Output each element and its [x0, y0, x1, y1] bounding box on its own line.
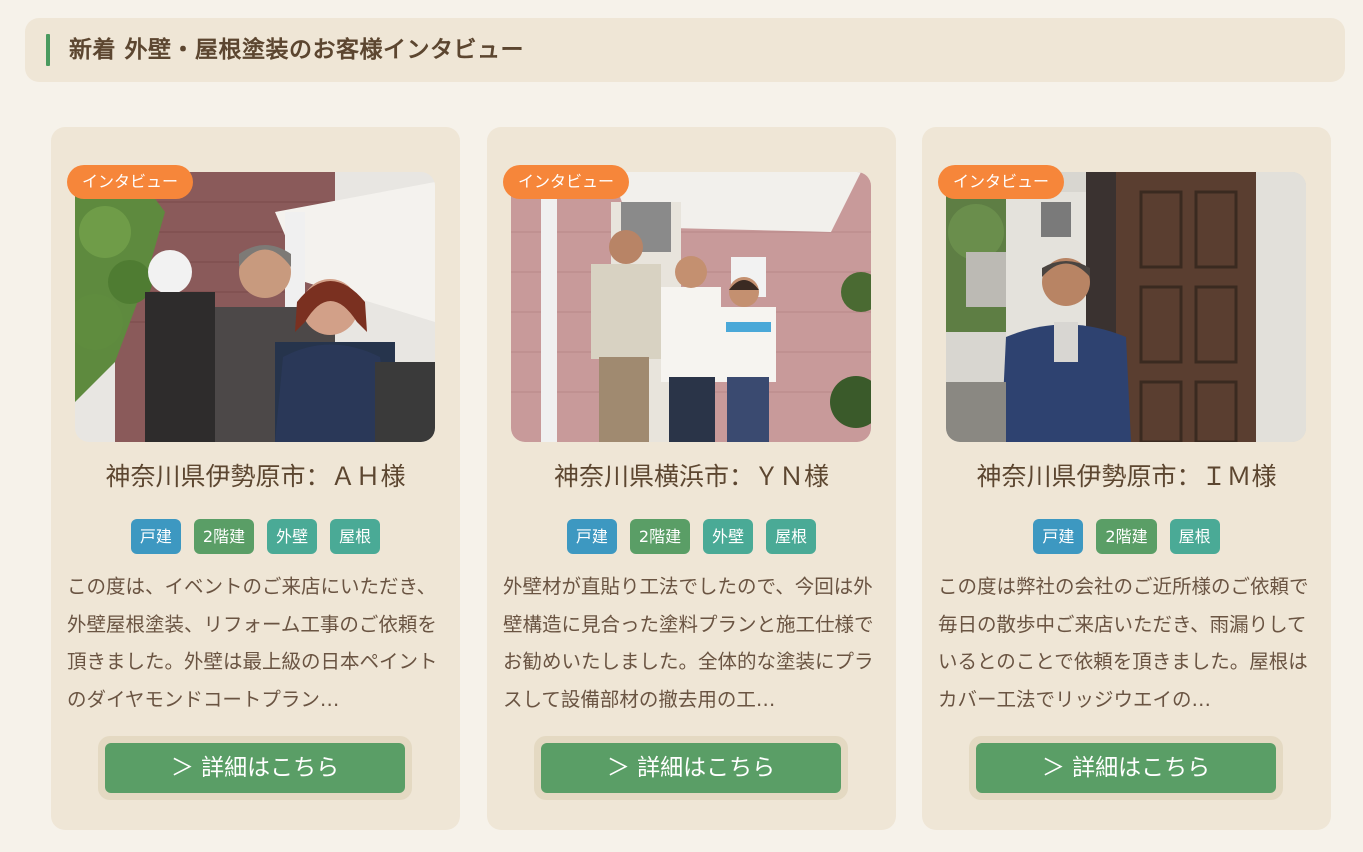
details-button[interactable]: ＞ 詳細はこちら — [541, 743, 841, 793]
tag-detached-house: 戸建 — [1033, 519, 1084, 554]
section-title: 新着 外壁・屋根塗装のお客様インタビュー — [69, 37, 525, 63]
section-header: 新着 外壁・屋根塗装のお客様インタビュー — [25, 18, 1345, 82]
customer-name[interactable]: 神奈川県伊勢原市：ＡＨ様 — [51, 460, 460, 494]
interview-badge: インタビュー — [503, 165, 630, 199]
interview-badge: インタビュー — [938, 165, 1065, 199]
tag-two-story: 2階建 — [629, 519, 691, 554]
tag-detached-house: 戸建 — [566, 519, 617, 554]
tag-list: 戸建 2階建 外壁 屋根 — [487, 519, 896, 554]
customer-photo[interactable] — [511, 172, 871, 442]
details-button-frame: ＞ 詳細はこちら — [98, 736, 412, 800]
details-button[interactable]: ＞ 詳細はこちら — [105, 743, 405, 793]
tag-roof: 屋根 — [330, 519, 381, 554]
customer-photo[interactable] — [75, 172, 435, 442]
tag-roof: 屋根 — [766, 519, 817, 554]
interview-card[interactable]: インタビュー 神奈川県横浜市：ＹＮ様 戸建 2階建 外壁 屋根 外壁材が直貼り工… — [487, 127, 896, 830]
tag-roof: 屋根 — [1169, 519, 1220, 554]
details-button-frame: ＞ 詳細はこちら — [969, 736, 1283, 800]
customer-name[interactable]: 神奈川県伊勢原市：ＩＭ様 — [922, 460, 1331, 494]
interview-description: この度は弊社の会社のご近所様のご依頼で毎日の散歩中ご来店いただき、雨漏りしている… — [938, 575, 1309, 711]
details-button-frame: ＞ 詳細はこちら — [534, 736, 848, 800]
customer-name[interactable]: 神奈川県横浜市：ＹＮ様 — [487, 460, 896, 494]
tag-list: 戸建 2階建 屋根 — [922, 519, 1331, 554]
header-accent-bar — [46, 34, 50, 66]
details-button[interactable]: ＞ 詳細はこちら — [976, 743, 1276, 793]
interview-description: 外壁材が直貼り工法でしたので、今回は外壁構造に見合った塗料プランと施工仕様でお勧… — [503, 575, 874, 711]
customer-photo[interactable] — [946, 172, 1306, 442]
interview-description: この度は、イベントのご来店にいただき、外壁屋根塗装、リフォーム工事のご依頼を頂き… — [67, 575, 438, 711]
tag-exterior-wall: 外壁 — [267, 519, 318, 554]
interview-card[interactable]: インタビュー 神奈川県伊勢原市：ＩＭ様 戸建 2階建 屋根 この度は弊社の会社の… — [922, 127, 1331, 830]
tag-detached-house: 戸建 — [130, 519, 181, 554]
tag-list: 戸建 2階建 外壁 屋根 — [51, 519, 460, 554]
interview-card[interactable]: インタビュー 神奈川県伊勢原市：ＡＨ様 戸建 2階建 外壁 屋根 この度は、イベ… — [51, 127, 460, 830]
tag-two-story: 2階建 — [1096, 519, 1157, 554]
interview-badge: インタビュー — [67, 165, 194, 199]
tag-two-story: 2階建 — [193, 519, 255, 554]
tag-exterior-wall: 外壁 — [703, 519, 754, 554]
